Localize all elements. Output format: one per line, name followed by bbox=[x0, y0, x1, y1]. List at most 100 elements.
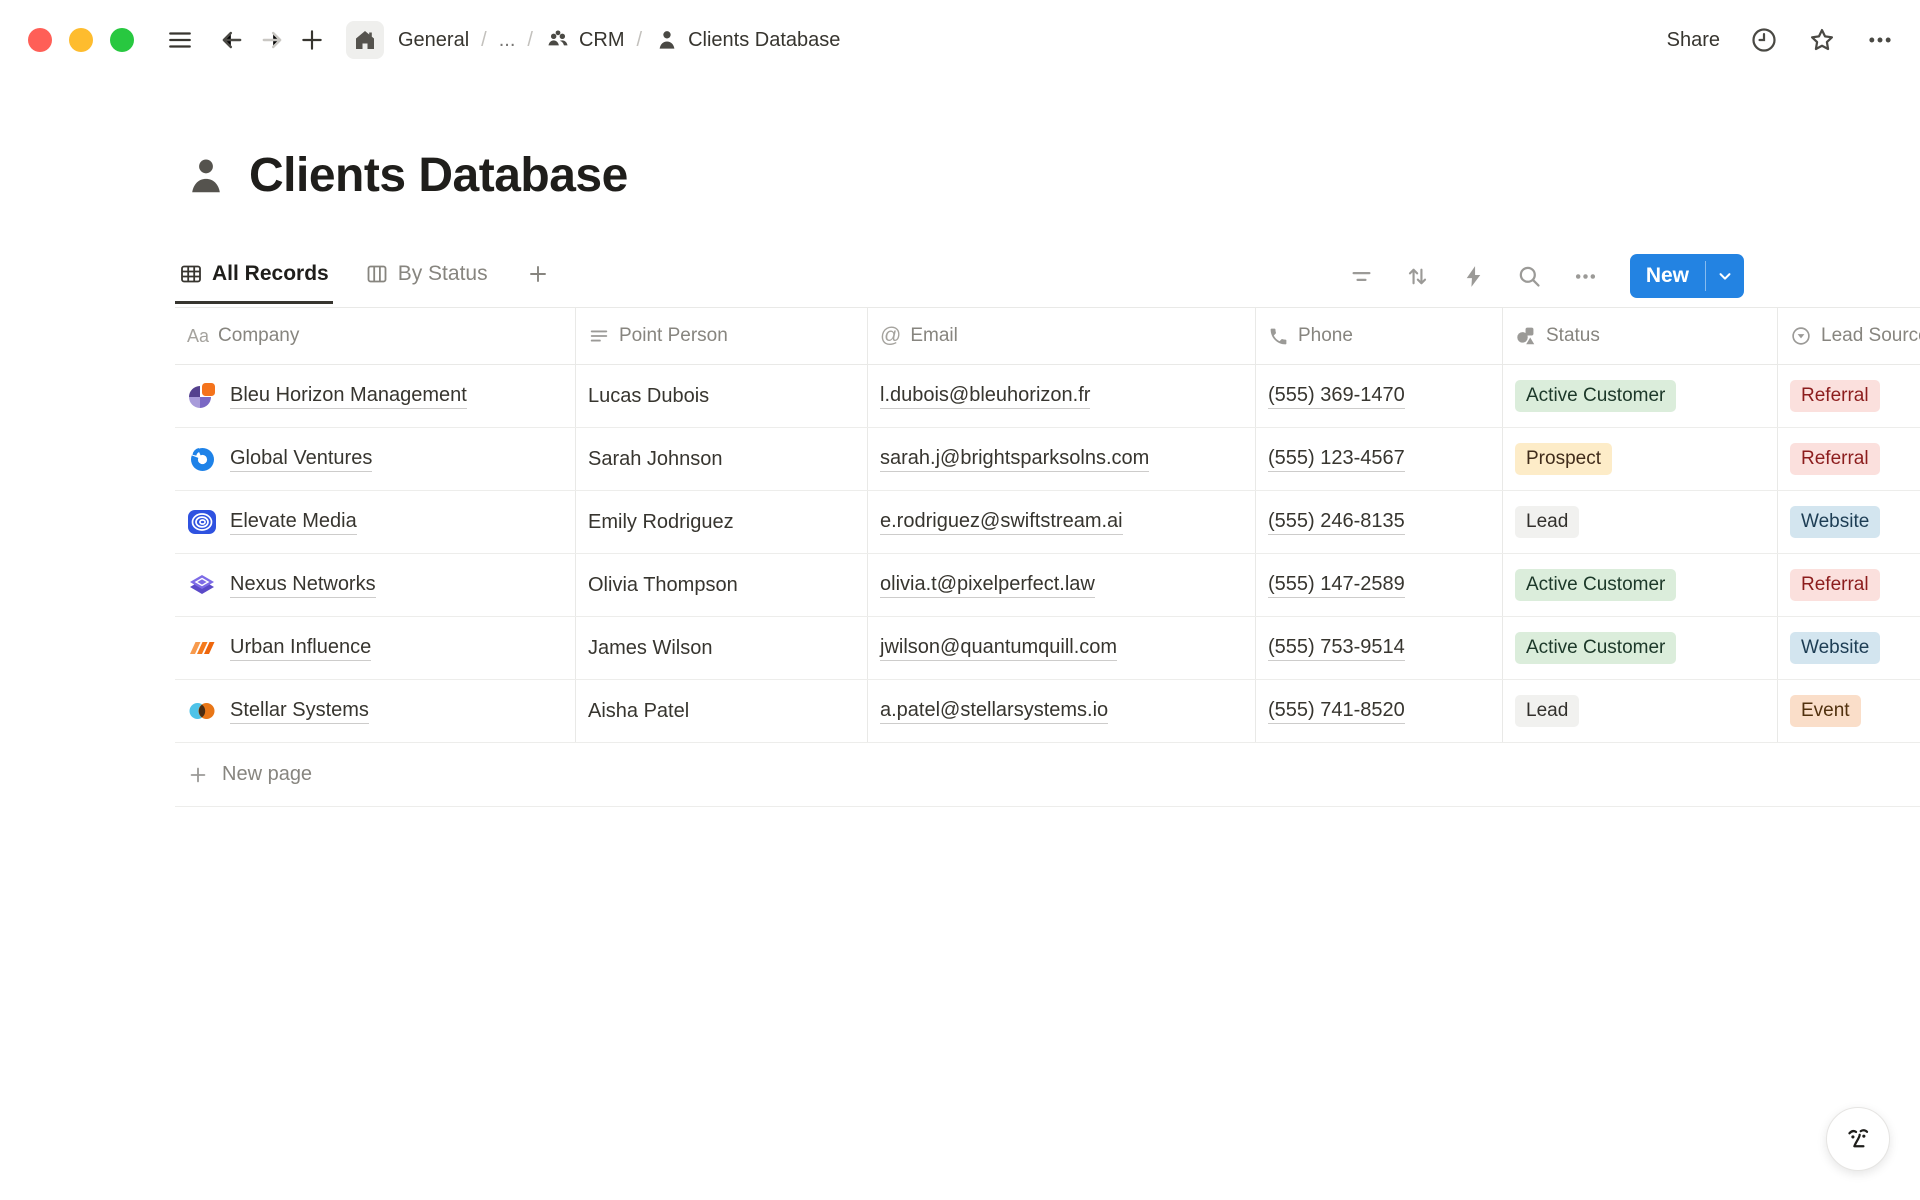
point-person-cell[interactable]: Lucas Dubois bbox=[576, 365, 868, 427]
company-name-link[interactable]: Nexus Networks bbox=[230, 573, 376, 598]
email-link[interactable]: l.dubois@bleuhorizon.fr bbox=[880, 384, 1090, 409]
lead-source-badge[interactable]: Referral bbox=[1790, 443, 1880, 476]
minimize-window-button[interactable] bbox=[69, 28, 93, 52]
column-header-lead-source[interactable]: Lead Source bbox=[1778, 308, 1920, 364]
new-page-row[interactable]: New page bbox=[175, 743, 1920, 807]
status-badge[interactable]: Lead bbox=[1515, 695, 1579, 728]
lead-source-badge[interactable]: Website bbox=[1790, 632, 1880, 665]
phone-cell[interactable]: (555) 147-2589 bbox=[1256, 554, 1503, 616]
sort-icon[interactable] bbox=[1404, 262, 1432, 290]
status-badge[interactable]: Active Customer bbox=[1515, 569, 1676, 602]
company-cell[interactable]: Global Ventures bbox=[175, 428, 576, 490]
new-tab-plus-icon[interactable] bbox=[292, 20, 332, 60]
point-person-cell[interactable]: Emily Rodriguez bbox=[576, 491, 868, 553]
new-record-button[interactable]: New bbox=[1630, 254, 1744, 298]
company-name-link[interactable]: Bleu Horizon Management bbox=[230, 384, 467, 409]
company-cell[interactable]: Nexus Networks bbox=[175, 554, 576, 616]
table-row[interactable]: Elevate Media Emily Rodriguez e.rodrigue… bbox=[175, 491, 1920, 554]
email-cell[interactable]: jwilson@quantumquill.com bbox=[868, 617, 1256, 679]
status-badge[interactable]: Active Customer bbox=[1515, 380, 1676, 413]
lead-source-cell[interactable]: Referral bbox=[1778, 365, 1920, 427]
status-badge[interactable]: Prospect bbox=[1515, 443, 1612, 476]
phone-link[interactable]: (555) 741-8520 bbox=[1268, 699, 1405, 724]
status-cell[interactable]: Prospect bbox=[1503, 428, 1778, 490]
breadcrumb-ellipsis[interactable]: ... bbox=[499, 29, 516, 52]
column-header-point-person[interactable]: Point Person bbox=[576, 308, 868, 364]
phone-cell[interactable]: (555) 246-8135 bbox=[1256, 491, 1503, 553]
phone-link[interactable]: (555) 369-1470 bbox=[1268, 384, 1405, 409]
email-cell[interactable]: a.patel@stellarsystems.io bbox=[868, 680, 1256, 742]
add-view-plus-icon[interactable] bbox=[522, 246, 554, 304]
phone-link[interactable]: (555) 753-9514 bbox=[1268, 636, 1405, 661]
email-link[interactable]: jwilson@quantumquill.com bbox=[880, 636, 1117, 661]
column-header-phone[interactable]: Phone bbox=[1256, 308, 1503, 364]
email-cell[interactable]: l.dubois@bleuhorizon.fr bbox=[868, 365, 1256, 427]
phone-cell[interactable]: (555) 369-1470 bbox=[1256, 365, 1503, 427]
phone-cell[interactable]: (555) 123-4567 bbox=[1256, 428, 1503, 490]
status-cell[interactable]: Active Customer bbox=[1503, 365, 1778, 427]
phone-link[interactable]: (555) 147-2589 bbox=[1268, 573, 1405, 598]
zoom-window-button[interactable] bbox=[110, 28, 134, 52]
sidebar-toggle-icon[interactable] bbox=[160, 20, 200, 60]
status-cell[interactable]: Lead bbox=[1503, 491, 1778, 553]
view-more-icon[interactable] bbox=[1572, 262, 1600, 290]
point-person-cell[interactable]: Olivia Thompson bbox=[576, 554, 868, 616]
email-cell[interactable]: olivia.t@pixelperfect.law bbox=[868, 554, 1256, 616]
breadcrumb-item-general[interactable]: General bbox=[398, 29, 469, 52]
email-link[interactable]: sarah.j@brightsparksolns.com bbox=[880, 447, 1149, 472]
company-name-link[interactable]: Elevate Media bbox=[230, 510, 357, 535]
column-header-email[interactable]: @ Email bbox=[868, 308, 1256, 364]
company-cell[interactable]: Elevate Media bbox=[175, 491, 576, 553]
filter-icon[interactable] bbox=[1348, 262, 1376, 290]
company-cell[interactable]: Stellar Systems bbox=[175, 680, 576, 742]
email-link[interactable]: olivia.t@pixelperfect.law bbox=[880, 573, 1095, 598]
phone-cell[interactable]: (555) 741-8520 bbox=[1256, 680, 1503, 742]
lead-source-cell[interactable]: Referral bbox=[1778, 554, 1920, 616]
forward-arrow-icon[interactable] bbox=[252, 20, 292, 60]
status-cell[interactable]: Active Customer bbox=[1503, 554, 1778, 616]
phone-link[interactable]: (555) 123-4567 bbox=[1268, 447, 1405, 472]
status-badge[interactable]: Active Customer bbox=[1515, 632, 1676, 665]
lead-source-badge[interactable]: Referral bbox=[1790, 380, 1880, 413]
zap-icon[interactable] bbox=[1460, 262, 1488, 290]
email-link[interactable]: a.patel@stellarsystems.io bbox=[880, 699, 1108, 724]
table-row[interactable]: Bleu Horizon Management Lucas Dubois l.d… bbox=[175, 365, 1920, 428]
breadcrumb-item-crm[interactable]: CRM bbox=[545, 27, 625, 53]
company-cell[interactable]: Bleu Horizon Management bbox=[175, 365, 576, 427]
company-name-link[interactable]: Stellar Systems bbox=[230, 699, 369, 724]
column-header-status[interactable]: Status bbox=[1503, 308, 1778, 364]
lead-source-cell[interactable]: Referral bbox=[1778, 428, 1920, 490]
email-cell[interactable]: e.rodriguez@swiftstream.ai bbox=[868, 491, 1256, 553]
email-cell[interactable]: sarah.j@brightsparksolns.com bbox=[868, 428, 1256, 490]
back-arrow-icon[interactable] bbox=[212, 20, 252, 60]
more-options-icon[interactable] bbox=[1866, 26, 1894, 54]
table-row[interactable]: Urban Influence James Wilson jwilson@qua… bbox=[175, 617, 1920, 680]
point-person-cell[interactable]: Sarah Johnson bbox=[576, 428, 868, 490]
table-row[interactable]: Stellar Systems Aisha Patel a.patel@stel… bbox=[175, 680, 1920, 743]
lead-source-cell[interactable]: Event bbox=[1778, 680, 1920, 742]
tab-by-status[interactable]: By Status bbox=[361, 246, 492, 304]
lead-source-cell[interactable]: Website bbox=[1778, 491, 1920, 553]
home-icon[interactable] bbox=[346, 21, 384, 59]
search-icon[interactable] bbox=[1516, 262, 1544, 290]
email-link[interactable]: e.rodriguez@swiftstream.ai bbox=[880, 510, 1123, 535]
lead-source-badge[interactable]: Referral bbox=[1790, 569, 1880, 602]
status-cell[interactable]: Active Customer bbox=[1503, 617, 1778, 679]
chevron-down-icon[interactable] bbox=[1706, 254, 1744, 298]
phone-link[interactable]: (555) 246-8135 bbox=[1268, 510, 1405, 535]
point-person-cell[interactable]: James Wilson bbox=[576, 617, 868, 679]
status-badge[interactable]: Lead bbox=[1515, 506, 1579, 539]
company-name-link[interactable]: Urban Influence bbox=[230, 636, 371, 661]
company-cell[interactable]: Urban Influence bbox=[175, 617, 576, 679]
tab-all-records[interactable]: All Records bbox=[175, 246, 333, 304]
notion-ai-face-button[interactable] bbox=[1826, 1107, 1890, 1171]
share-button[interactable]: Share bbox=[1667, 29, 1720, 52]
lead-source-cell[interactable]: Website bbox=[1778, 617, 1920, 679]
company-name-link[interactable]: Global Ventures bbox=[230, 447, 372, 472]
table-row[interactable]: Global Ventures Sarah Johnson sarah.j@br… bbox=[175, 428, 1920, 491]
lead-source-badge[interactable]: Website bbox=[1790, 506, 1880, 539]
lead-source-badge[interactable]: Event bbox=[1790, 695, 1861, 728]
clock-icon[interactable] bbox=[1750, 26, 1778, 54]
breadcrumb-item-clients-database[interactable]: Clients Database bbox=[654, 27, 840, 53]
status-cell[interactable]: Lead bbox=[1503, 680, 1778, 742]
